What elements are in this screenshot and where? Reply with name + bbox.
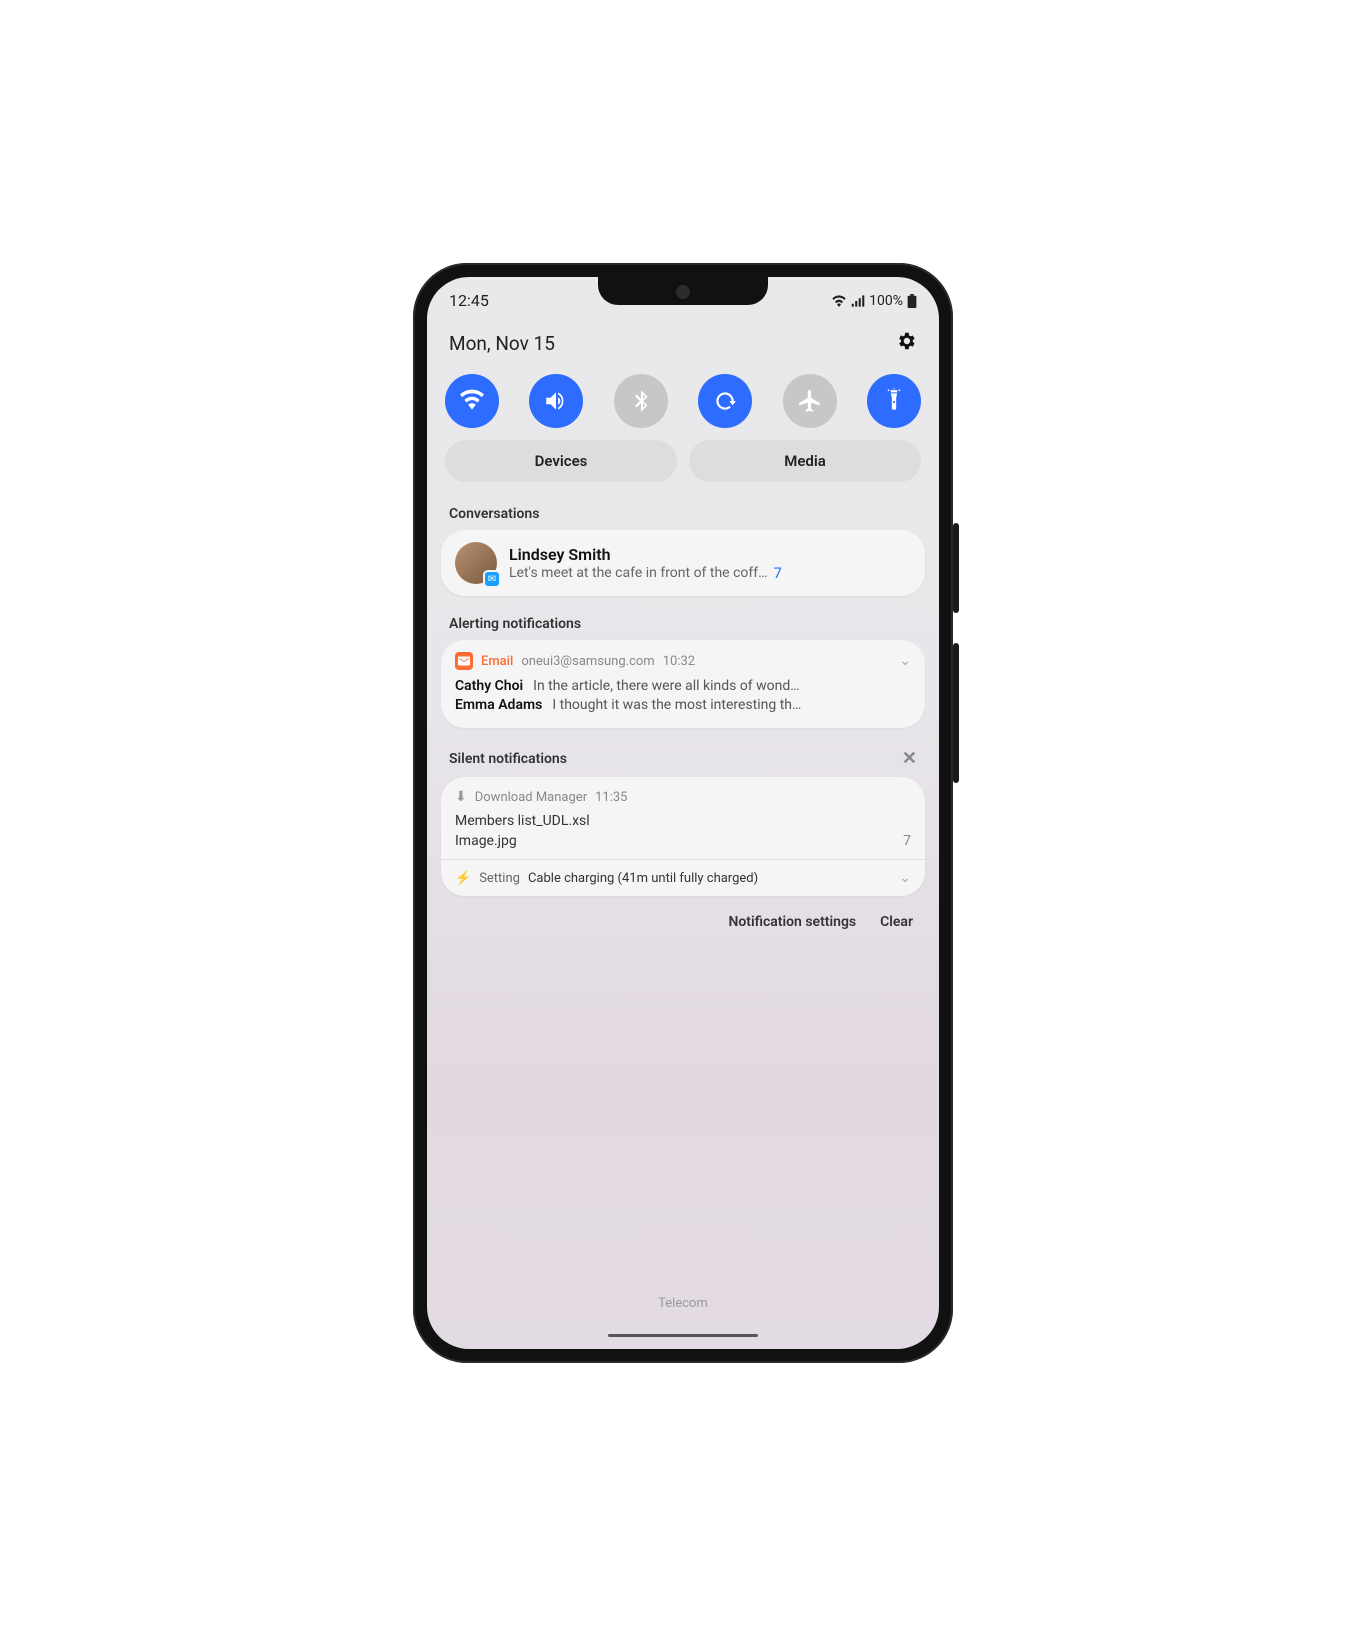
pill-row: Devices Media — [427, 440, 939, 496]
setting-text: Cable charging (41m until fully charged) — [528, 871, 758, 886]
conversations-header: Conversations — [427, 496, 939, 530]
carrier-label: Telecom — [427, 1296, 939, 1311]
phone-frame: 12:45 100% Mon, Nov 15 — [413, 263, 953, 1363]
download-app-name: Download Manager — [475, 790, 587, 805]
footer-actions: Notification settings Clear — [427, 906, 939, 938]
download-file-row: Members list_UDL.xsl — [455, 813, 911, 829]
battery-text: 100% — [869, 293, 903, 309]
volume-button[interactable] — [953, 523, 959, 613]
email-preview: In the article, there were all kinds of … — [533, 678, 800, 694]
media-button[interactable]: Media — [689, 440, 921, 482]
qs-flashlight[interactable] — [867, 374, 921, 428]
conversations-label: Conversations — [449, 506, 539, 522]
settings-gear-icon[interactable] — [895, 330, 917, 356]
silent-header: Silent notifications ✕ — [427, 738, 939, 777]
qs-wifi[interactable] — [445, 374, 499, 428]
wifi-status-icon — [831, 295, 847, 307]
email-time: 10:32 — [663, 654, 695, 669]
email-app-icon — [455, 652, 473, 670]
download-icon: ⬇ — [455, 789, 467, 805]
charging-row[interactable]: ⚡ Setting Cable charging (41m until full… — [455, 870, 911, 886]
sound-icon — [543, 388, 569, 414]
conversation-preview: Let's meet at the cafe in front of the c… — [509, 565, 768, 581]
email-item[interactable]: Cathy Choi In the article, there were al… — [455, 678, 911, 694]
download-filename: Members list_UDL.xsl — [455, 813, 590, 829]
qs-airplane[interactable] — [783, 374, 837, 428]
download-time: 11:35 — [595, 790, 627, 805]
bolt-icon: ⚡ — [455, 871, 471, 886]
silent-card[interactable]: ⬇ Download Manager 11:35 Members list_UD… — [441, 777, 925, 896]
email-sender: Cathy Choi — [455, 678, 523, 694]
status-time: 12:45 — [449, 291, 489, 310]
silent-label: Silent notifications — [449, 751, 567, 767]
home-indicator[interactable] — [608, 1334, 758, 1337]
email-preview: I thought it was the most interesting th… — [552, 697, 801, 713]
notification-settings-button[interactable]: Notification settings — [728, 914, 856, 930]
bluetooth-icon — [628, 388, 654, 414]
conversation-card[interactable]: ✉ Lindsey Smith Let's meet at the cafe i… — [441, 530, 925, 596]
battery-status-icon — [907, 294, 917, 308]
devices-button[interactable]: Devices — [445, 440, 677, 482]
alerting-header: Alerting notifications — [427, 606, 939, 640]
download-file-row: Image.jpg 7 — [455, 833, 911, 849]
email-item[interactable]: Emma Adams I thought it was the most int… — [455, 697, 911, 713]
chevron-down-icon[interactable]: ⌄ — [899, 653, 911, 669]
date-text: Mon, Nov 15 — [449, 332, 555, 355]
download-count: 7 — [903, 833, 911, 849]
qs-sound[interactable] — [529, 374, 583, 428]
screen: 12:45 100% Mon, Nov 15 — [427, 277, 939, 1349]
status-indicators: 100% — [831, 293, 917, 309]
notch — [598, 277, 768, 305]
power-button[interactable] — [953, 643, 959, 783]
divider — [441, 859, 925, 860]
flashlight-icon — [881, 388, 907, 414]
conversation-name: Lindsey Smith — [509, 545, 911, 564]
messages-app-badge-icon: ✉ — [483, 570, 501, 588]
download-filename: Image.jpg — [455, 833, 517, 849]
email-sender: Emma Adams — [455, 697, 542, 713]
conversation-count: 7 — [768, 564, 782, 582]
close-icon[interactable]: ✕ — [902, 748, 917, 769]
airplane-icon — [797, 388, 823, 414]
qs-rotate[interactable] — [698, 374, 752, 428]
rotate-icon — [712, 388, 738, 414]
email-from: oneui3@samsung.com — [521, 654, 654, 669]
chevron-down-icon[interactable]: ⌄ — [899, 870, 911, 886]
date-row: Mon, Nov 15 — [427, 310, 939, 366]
email-card[interactable]: Email oneui3@samsung.com 10:32 ⌄ Cathy C… — [441, 640, 925, 728]
avatar: ✉ — [455, 542, 497, 584]
qs-bluetooth[interactable] — [614, 374, 668, 428]
alerting-label: Alerting notifications — [449, 616, 581, 632]
setting-label: Setting — [479, 871, 520, 886]
clear-button[interactable]: Clear — [880, 914, 913, 930]
quick-settings-row — [427, 366, 939, 440]
email-app-name: Email — [481, 654, 513, 669]
wifi-icon — [459, 388, 485, 414]
signal-status-icon — [851, 295, 865, 307]
